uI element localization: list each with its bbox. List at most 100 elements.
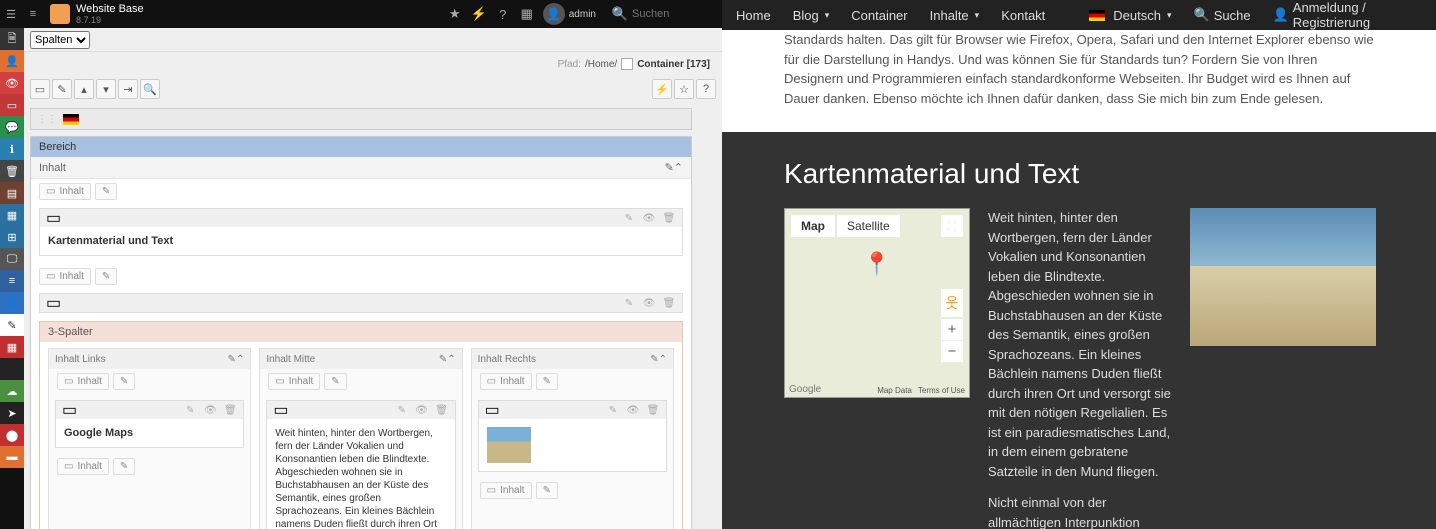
map-type-map[interactable]: Map	[791, 215, 835, 237]
side-person-icon[interactable]: 👤	[0, 292, 24, 314]
side-box-icon[interactable]: ▭	[0, 94, 24, 116]
zoom-out-button[interactable]: −	[941, 341, 963, 363]
search-icon[interactable]: 🔍	[608, 0, 632, 28]
collapse-icon[interactable]: ⌃	[236, 354, 244, 365]
edit-icon[interactable]: ✎	[622, 211, 636, 225]
cms-search[interactable]: 🔍	[608, 0, 722, 28]
side-chat-icon[interactable]: 💬	[0, 116, 24, 138]
side-trash-icon[interactable]: 🗑	[0, 160, 24, 182]
side-table-icon[interactable]: ⊞	[0, 226, 24, 248]
bereich-header[interactable]: Bereich	[31, 137, 691, 157]
add-inhalt-button[interactable]: ▭ Inhalt	[57, 373, 109, 390]
user-icon: 👤	[1273, 7, 1289, 23]
tool-btn-2[interactable]: ✎	[52, 79, 72, 99]
edit-icon[interactable]: ✎	[606, 403, 620, 417]
edit-icon[interactable]: ✎	[439, 354, 447, 365]
map-data-link[interactable]: Map Data	[877, 386, 912, 395]
side-folder-icon[interactable]: ▬	[0, 446, 24, 468]
add-more-button[interactable]: ✎	[113, 373, 135, 390]
add-inhalt-button[interactable]: ▭ Inhalt	[39, 183, 91, 200]
visibility-icon[interactable]: 👁	[415, 403, 429, 417]
add-more-button[interactable]: ✎	[95, 183, 117, 200]
edit-icon[interactable]: ✎	[622, 296, 636, 310]
spalter-header[interactable]: 3-Spalter	[40, 322, 682, 342]
nav-search[interactable]: 🔍 Suche	[1194, 7, 1251, 23]
add-inhalt-button[interactable]: ▭ Inhalt	[480, 373, 532, 390]
side-cloud-icon[interactable]: ☁	[0, 380, 24, 402]
edit-icon[interactable]: ✎	[395, 403, 409, 417]
search-input[interactable]	[632, 8, 722, 20]
side-rocket-icon[interactable]: ➤	[0, 402, 24, 424]
side-cal-icon[interactable]: ▦	[0, 204, 24, 226]
visibility-icon[interactable]: 👁	[626, 403, 640, 417]
map-terms-link[interactable]: Terms of Use	[918, 386, 965, 395]
help-icon[interactable]: ?	[491, 0, 515, 28]
menu-icon[interactable]: ☰	[0, 0, 22, 28]
side-doc-icon[interactable]: 🗎	[0, 28, 24, 50]
nav-kontakt[interactable]: Kontakt	[1001, 8, 1045, 23]
add-inhalt-button[interactable]: ▭ Inhalt	[480, 482, 532, 499]
delete-icon[interactable]: 🗑	[662, 211, 676, 225]
visibility-icon[interactable]: 👁	[203, 403, 217, 417]
delete-icon[interactable]: 🗑	[646, 403, 660, 417]
fullscreen-icon[interactable]: ⛶	[941, 215, 963, 237]
side-info-icon[interactable]: ℹ	[0, 138, 24, 160]
avatar-icon[interactable]: 👤	[543, 3, 565, 25]
side-mask-icon[interactable]: ⬤	[0, 424, 24, 446]
map-type-satellite[interactable]: Satellite	[837, 215, 900, 237]
add-inhalt-button[interactable]: ▭ Inhalt	[57, 458, 109, 475]
canvas[interactable]: ⋮⋮ Bereich Inhalt ✎ ⌃ ▭ Inhalt	[24, 102, 722, 529]
pegman-icon[interactable]: 웃	[941, 289, 963, 317]
tool-help-icon[interactable]: ?	[696, 79, 716, 99]
bolt-icon[interactable]: ⚡	[467, 0, 491, 28]
list-icon[interactable]: ≡	[22, 0, 44, 28]
side-eye-icon[interactable]: 👁	[0, 72, 24, 94]
add-more-button[interactable]: ✎	[113, 458, 135, 475]
nav-blog[interactable]: Blog▾	[793, 8, 830, 23]
add-inhalt-button[interactable]: ▭ Inhalt	[39, 268, 91, 285]
edit-icon[interactable]: ✎	[183, 403, 197, 417]
collapse-icon[interactable]: ⌃	[447, 354, 455, 365]
side-user-icon[interactable]: 👤	[0, 50, 24, 72]
add-inhalt-button[interactable]: ▭ Inhalt	[268, 373, 320, 390]
path-value[interactable]: /Home/	[585, 59, 617, 70]
side-screen-icon[interactable]: 🖵	[0, 248, 24, 270]
tool-btn-up[interactable]: ▴	[74, 79, 94, 99]
edit-icon[interactable]: ✎	[650, 354, 658, 365]
visibility-icon[interactable]: 👁	[642, 296, 656, 310]
delete-icon[interactable]: 🗑	[223, 403, 237, 417]
tool-bolt-icon[interactable]: ⚡	[652, 79, 672, 99]
side-list-icon[interactable]: ≡	[0, 270, 24, 292]
collapse-icon[interactable]: ⌃	[674, 161, 683, 174]
grid-icon[interactable]: ▦	[515, 0, 539, 28]
add-more-button[interactable]: ✎	[536, 373, 558, 390]
nav-container[interactable]: Container	[851, 8, 907, 23]
collapse-icon[interactable]: ⌃	[659, 354, 667, 365]
tool-search-icon[interactable]: 🔍	[140, 79, 160, 99]
side-book-icon[interactable]: ▤	[0, 182, 24, 204]
map-widget[interactable]: Map Satellite ⛶ 📍 웃 + − Google Map Data …	[784, 208, 970, 398]
view-select[interactable]: Spalten	[30, 31, 90, 49]
user-label[interactable]: admin	[569, 9, 596, 20]
zoom-in-button[interactable]: +	[941, 319, 963, 341]
star-icon[interactable]: ★	[443, 0, 467, 28]
edit-icon[interactable]: ✎	[228, 354, 236, 365]
nav-home[interactable]: Home	[736, 8, 771, 23]
delete-icon[interactable]: 🗑	[662, 296, 676, 310]
tool-btn-5[interactable]: ⇥	[118, 79, 138, 99]
nav-login[interactable]: 👤 Anmeldung / Registrierung	[1273, 0, 1422, 30]
tool-star-icon[interactable]: ☆	[674, 79, 694, 99]
grip-icon[interactable]: ⋮⋮	[37, 114, 57, 125]
add-more-button[interactable]: ✎	[536, 482, 558, 499]
edit-icon[interactable]: ✎	[665, 161, 674, 174]
add-more-button[interactable]: ✎	[324, 373, 346, 390]
nav-inhalte[interactable]: Inhalte▾	[930, 8, 980, 23]
tool-btn-1[interactable]: ▭	[30, 79, 50, 99]
side-pen-icon[interactable]: ✎	[0, 314, 24, 336]
side-grid-icon[interactable]: ▦	[0, 336, 24, 358]
delete-icon[interactable]: 🗑	[435, 403, 449, 417]
add-more-button[interactable]: ✎	[95, 268, 117, 285]
tool-btn-down[interactable]: ▾	[96, 79, 116, 99]
visibility-icon[interactable]: 👁	[642, 211, 656, 225]
lang-switch[interactable]: Deutsch▾	[1089, 8, 1171, 23]
